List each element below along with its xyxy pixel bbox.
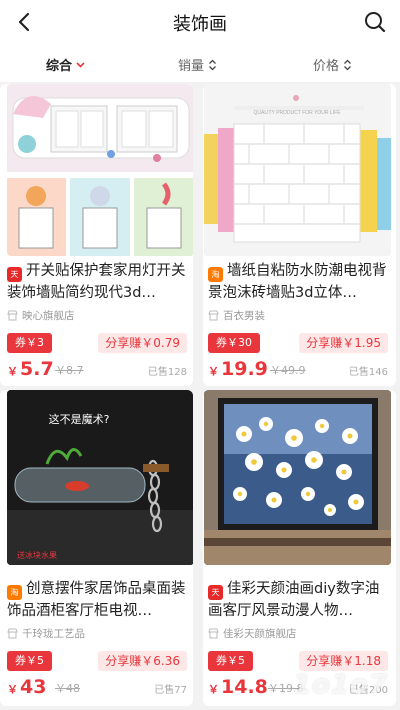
price-value: 19.9 — [221, 358, 268, 380]
sold-count: 已售128 — [147, 367, 187, 378]
sort-sales[interactable]: 销量 — [178, 55, 217, 74]
store-icon — [7, 310, 18, 321]
currency-symbol: ￥ — [208, 365, 219, 378]
product-card[interactable]: QUALITY PRODUCT FOR YOUR LIFE 淘墙纸自粘防水防潮电… — [203, 84, 396, 386]
original-price: ￥8.7 — [55, 364, 84, 377]
coupon-row: 券￥30 分享赚￥1.95 — [208, 333, 388, 355]
store-icon — [208, 310, 219, 321]
product-image: 这不是魔术? 送冰块水果 — [7, 390, 193, 565]
site-watermark: 1o1o7 — [293, 670, 388, 700]
share-earn-button[interactable]: 分享赚￥1.18 — [299, 651, 388, 671]
shop-name-text: 映心旗舰店 — [22, 310, 75, 322]
store-icon — [7, 628, 18, 639]
product-title[interactable]: 淘创意摆件家居饰品桌面装饰品酒柜客厅柜电视… — [7, 578, 187, 622]
product-title[interactable]: 天开关贴保护套家用灯开关装饰墙贴简约现代3d… — [7, 260, 187, 304]
top-bar: 装饰画 — [0, 0, 400, 44]
product-card[interactable]: 这不是魔术? 送冰块水果 淘创意摆件家居饰品桌面装饰品酒柜客厅柜电视… 千玲珑工… — [0, 390, 193, 706]
price-value: 5.7 — [20, 358, 54, 380]
store-icon — [208, 628, 219, 639]
shop-name-text: 百衣男装 — [223, 310, 265, 322]
product-image — [204, 390, 391, 565]
product-card[interactable]: 天佳彩天颜油画diy数字油画客厅风景动漫人物… 佳彩天颜旗舰店 券￥5 分享赚￥… — [203, 390, 396, 706]
product-title-text: 开关贴保护套家用灯开关装饰墙贴简约现代3d… — [7, 263, 186, 301]
product-title-text: 墙纸自粘防水防潮电视背景泡沫砖墙贴3d立体… — [208, 263, 387, 301]
sort-price[interactable]: 价格 — [313, 55, 352, 74]
currency-symbol: ￥ — [7, 683, 18, 696]
price: ￥ 19.9 — [208, 358, 268, 380]
search-icon[interactable] — [362, 9, 388, 35]
price-row: ￥ 19.9 ￥49.9 已售146 — [208, 356, 388, 380]
share-earn-button[interactable]: 分享赚￥6.36 — [98, 651, 187, 671]
currency-symbol: ￥ — [208, 683, 219, 696]
shop-name-text: 佳彩天颜旗舰店 — [223, 628, 297, 640]
coupon-badge[interactable]: 券￥5 — [7, 651, 52, 671]
product-title-text: 佳彩天颜油画diy数字油画客厅风景动漫人物… — [208, 581, 380, 619]
sort-comprehensive[interactable]: 综合 — [46, 55, 85, 74]
price: ￥ 43 — [7, 676, 46, 698]
sort-toggle-icon — [209, 59, 216, 70]
price: ￥ 5.7 — [7, 358, 54, 380]
product-title[interactable]: 淘墙纸自粘防水防潮电视背景泡沫砖墙贴3d立体… — [208, 260, 388, 304]
product-card[interactable]: 天开关贴保护套家用灯开关装饰墙贴简约现代3d… 映心旗舰店 券￥3 分享赚￥0.… — [0, 84, 193, 386]
product-title-text: 创意摆件家居饰品桌面装饰品酒柜客厅柜电视… — [7, 581, 186, 619]
shop-name[interactable]: 映心旗舰店 — [7, 308, 75, 323]
image-caption: 这不是魔术? — [49, 412, 110, 426]
shop-name[interactable]: 千玲珑工艺品 — [7, 626, 85, 641]
product-image: QUALITY PRODUCT FOR YOUR LIFE — [204, 84, 391, 256]
coupon-row: 券￥5 分享赚￥6.36 — [7, 651, 187, 673]
coupon-row: 券￥3 分享赚￥0.79 — [7, 333, 187, 355]
image-tag: 送冰块水果 — [17, 550, 57, 560]
product-image — [7, 84, 193, 256]
coupon-badge[interactable]: 券￥30 — [208, 333, 260, 353]
sort-sales-label: 销量 — [178, 59, 205, 74]
page-title: 装饰画 — [173, 14, 227, 35]
image-caption: QUALITY PRODUCT FOR YOUR LIFE — [254, 110, 342, 116]
sold-count: 已售77 — [154, 685, 187, 696]
coupon-badge[interactable]: 券￥3 — [7, 333, 52, 353]
tmall-badge-icon: 天 — [7, 267, 22, 282]
price-row: ￥ 43 ￥48 已售77 — [7, 674, 187, 698]
sort-comprehensive-label: 综合 — [46, 59, 73, 74]
original-price: ￥48 — [55, 682, 80, 695]
sold-count: 已售146 — [348, 367, 388, 378]
share-earn-button[interactable]: 分享赚￥1.95 — [299, 333, 388, 353]
sort-bar: 综合 销量 价格 — [0, 44, 400, 82]
coupon-badge[interactable]: 券￥5 — [208, 651, 253, 671]
taobao-badge-icon: 淘 — [208, 267, 223, 282]
share-earn-button[interactable]: 分享赚￥0.79 — [98, 333, 187, 353]
sort-toggle-icon — [344, 59, 351, 70]
chevron-down-icon — [76, 61, 85, 68]
price-value: 43 — [20, 676, 47, 698]
sort-price-label: 价格 — [313, 59, 340, 74]
price-row: ￥ 5.7 ￥8.7 已售128 — [7, 356, 187, 380]
original-price: ￥49.9 — [270, 364, 306, 377]
product-title[interactable]: 天佳彩天颜油画diy数字油画客厅风景动漫人物… — [208, 578, 388, 622]
taobao-badge-icon: 淘 — [7, 585, 22, 600]
price-value: 14.8 — [221, 676, 268, 698]
tmall-badge-icon: 天 — [208, 585, 223, 600]
price: ￥ 14.8 — [208, 676, 268, 698]
currency-symbol: ￥ — [7, 365, 18, 378]
shop-name-text: 千玲珑工艺品 — [22, 628, 85, 640]
shop-name[interactable]: 百衣男装 — [208, 308, 265, 323]
shop-name[interactable]: 佳彩天颜旗舰店 — [208, 626, 297, 641]
